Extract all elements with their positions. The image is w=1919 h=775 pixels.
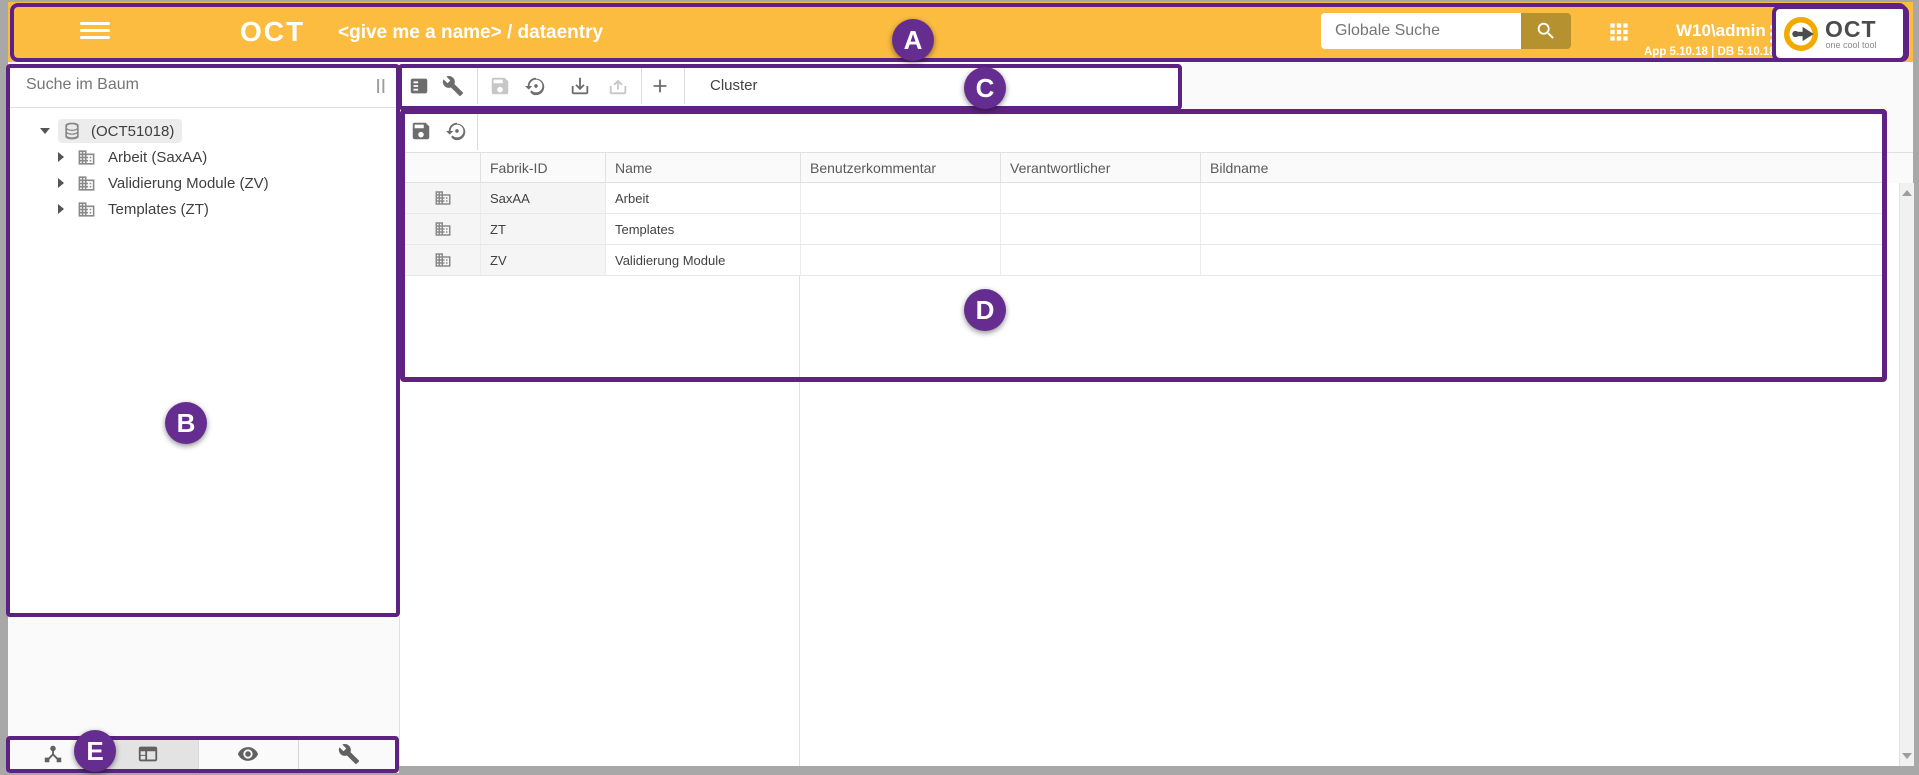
factory-icon [77, 200, 96, 219]
table-header-name[interactable]: Name [605, 153, 800, 182]
oct-logo-text: OCT [1825, 18, 1877, 40]
factory-icon [434, 189, 452, 207]
page-breadcrumb: <give me a name> / dataentry [338, 22, 603, 44]
tree-item-factory[interactable]: Arbeit (SaxAA) [8, 144, 398, 170]
tab-preview[interactable] [198, 736, 298, 772]
cell-bildname [1200, 183, 1886, 213]
add-icon[interactable] [649, 75, 671, 97]
factory-icon [434, 220, 452, 238]
search-icon [1535, 20, 1557, 42]
database-icon [62, 121, 82, 141]
hamburger-menu-icon[interactable] [80, 22, 110, 43]
vertical-scrollbar[interactable] [1899, 183, 1914, 766]
entity-toolbar [400, 62, 1183, 110]
factory-icon [434, 251, 452, 269]
upload-icon[interactable] [607, 75, 629, 97]
global-search-button[interactable] [1521, 13, 1571, 49]
version-label: App 5.10.18 | DB 5.10.18 [1644, 46, 1776, 58]
oct-logo-icon [1782, 15, 1820, 53]
oct-logo-tagline: one cool tool [1826, 40, 1877, 50]
table-header-bildname[interactable]: Bildname [1200, 153, 1886, 182]
table-header-row: Fabrik-ID Name Benutzerkommentar Verantw… [405, 152, 1886, 183]
hierarchy-icon [42, 743, 64, 765]
cell-benutzerkommentar [800, 183, 1000, 213]
app-header: OCT <give me a name> / dataentry W10\adm… [8, 2, 1913, 62]
factory-icon [77, 174, 96, 193]
pane-divider [799, 276, 800, 766]
global-search [1321, 13, 1571, 49]
cell-bildname [1200, 214, 1886, 244]
app-window: OCT <give me a name> / dataentry W10\adm… [0, 0, 1919, 775]
table-header-benutzerkommentar[interactable]: Benutzerkommentar [800, 153, 1000, 182]
wrench-icon [338, 743, 360, 765]
scroll-up-icon[interactable] [1902, 190, 1912, 196]
cell-verantwortlicher [1000, 214, 1200, 244]
tab-settings[interactable] [298, 736, 399, 772]
cell-verantwortlicher [1000, 245, 1200, 275]
toolbar-spacer [1183, 62, 1913, 110]
entity-label: Cluster [710, 77, 758, 94]
save-icon[interactable] [410, 120, 432, 142]
download-icon[interactable] [569, 75, 591, 97]
brand-title: OCT [240, 16, 305, 48]
cell-fabrik-id: ZV [480, 245, 605, 275]
current-user-label: W10\admin [1676, 21, 1766, 41]
cell-fabrik-id: ZT [480, 214, 605, 244]
tab-hierarchy[interactable] [8, 736, 98, 772]
expander-right-icon[interactable] [58, 178, 64, 188]
cell-name: Arbeit [605, 183, 800, 213]
cell-name: Templates [605, 214, 800, 244]
scroll-down-icon[interactable] [1902, 753, 1912, 759]
apps-grid-icon[interactable] [1606, 19, 1632, 45]
tree-item-factory[interactable]: Validierung Module (ZV) [8, 170, 398, 196]
tree-search-input[interactable] [24, 70, 358, 100]
table-header-verantwortlicher[interactable]: Verantwortlicher [1000, 153, 1200, 182]
layout-icon [137, 743, 159, 765]
table-row[interactable]: ZV Validierung Module [405, 245, 1886, 276]
expander-right-icon[interactable] [58, 152, 64, 162]
table-row[interactable]: SaxAA Arbeit [405, 183, 1886, 214]
wrench-icon[interactable] [442, 75, 464, 97]
expander-down-icon[interactable] [40, 128, 50, 134]
cell-benutzerkommentar [800, 214, 1000, 244]
panel-toggle-icon[interactable] [408, 75, 430, 97]
factory-icon [77, 148, 96, 167]
cell-bildname [1200, 245, 1886, 275]
cell-verantwortlicher [1000, 183, 1200, 213]
oct-logo: OCT one cool tool [1772, 5, 1909, 62]
table-header-icon-col [405, 153, 480, 182]
tab-layout[interactable] [98, 736, 198, 772]
cell-benutzerkommentar [800, 245, 1000, 275]
save-icon[interactable] [489, 75, 511, 97]
tree-item-factory[interactable]: Templates (ZT) [8, 196, 398, 222]
eye-icon [237, 743, 259, 765]
tree-item-database[interactable]: (OCT51018) [8, 118, 398, 144]
restore-icon[interactable] [525, 75, 547, 97]
expander-right-icon[interactable] [58, 204, 64, 214]
sidebar-resize-handle[interactable]: || [376, 77, 386, 94]
table-header-fabrik-id[interactable]: Fabrik-ID [480, 153, 605, 182]
table-row[interactable]: ZT Templates [405, 214, 1886, 245]
navigation-tree: (OCT51018) Arbeit (SaxAA) Validierung Mo… [8, 118, 398, 222]
cell-fabrik-id: SaxAA [480, 183, 605, 213]
cell-name: Validierung Module [605, 245, 800, 275]
restore-icon[interactable] [446, 120, 468, 142]
global-search-input[interactable] [1321, 13, 1521, 49]
